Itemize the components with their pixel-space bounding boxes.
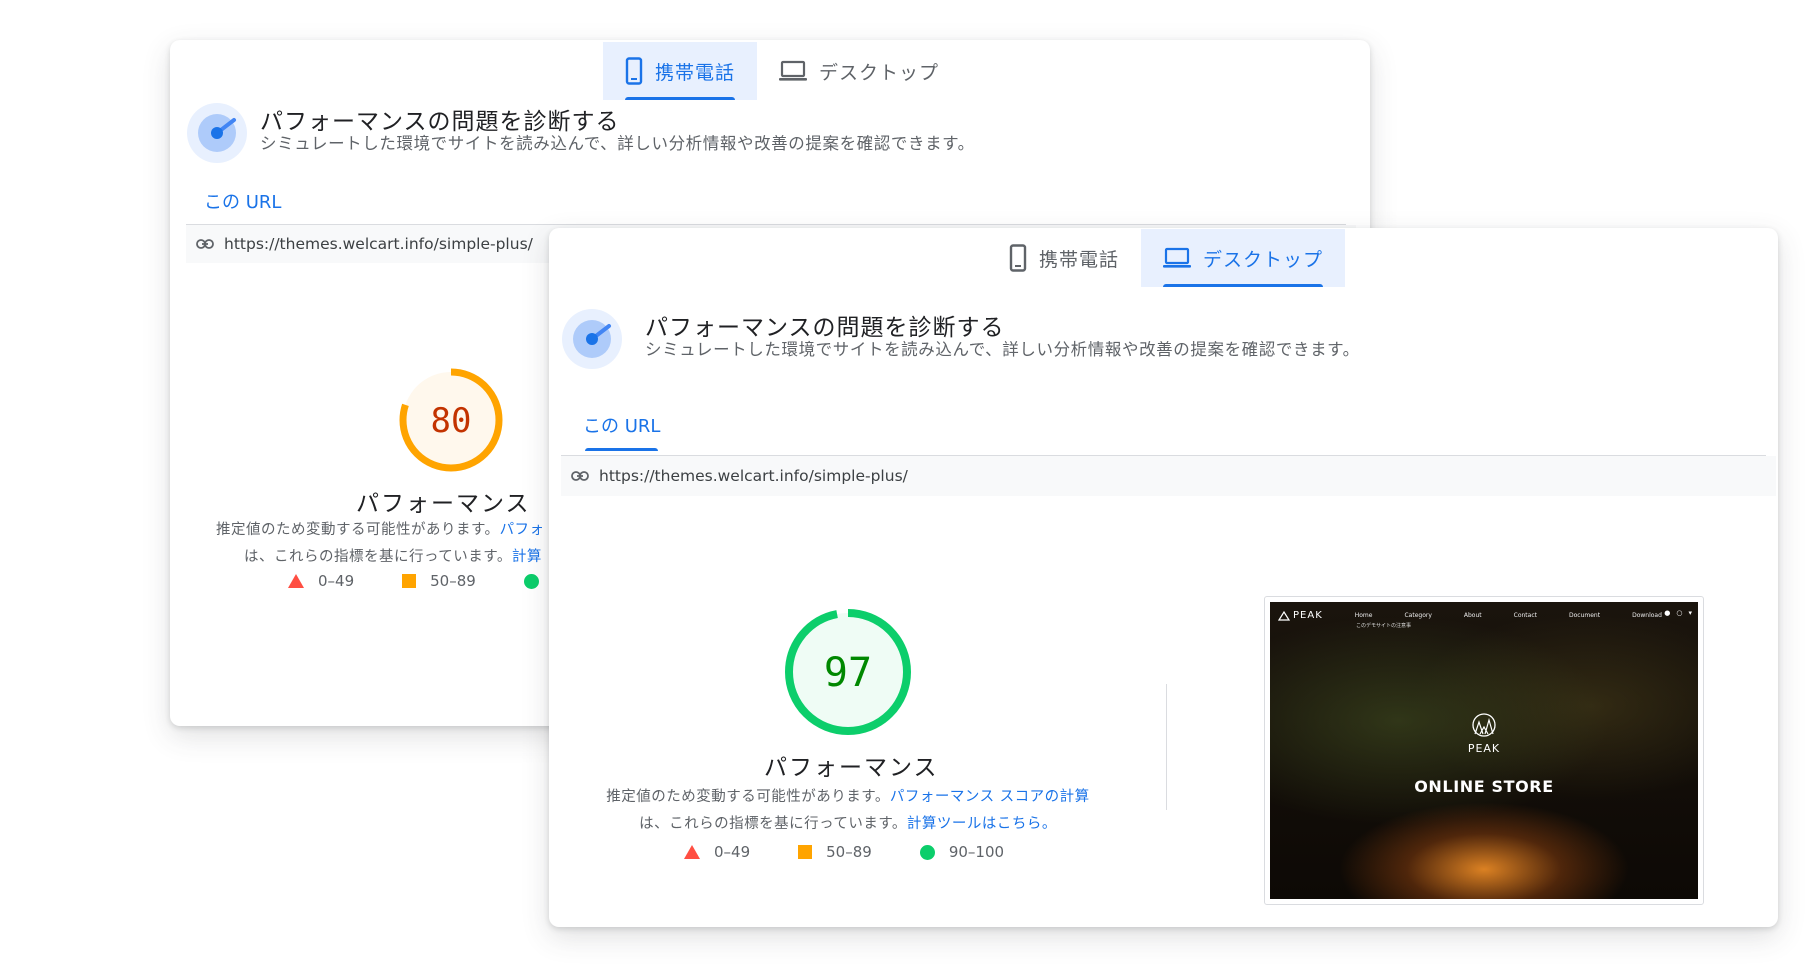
legend-average: 50–89: [798, 843, 872, 861]
pass-circle-icon: [523, 573, 539, 589]
link-icon: [571, 471, 589, 481]
laptop-icon: [779, 60, 808, 81]
tab-label: 携帯電話: [1039, 248, 1120, 271]
score-explanation: 推定値のため変動する可能性があります。パフォ は、これらの指標を基に行っています…: [216, 522, 545, 565]
fail-triangle-icon: [684, 845, 700, 859]
calculator-link[interactable]: 計算: [512, 549, 542, 565]
fail-triangle-icon: [288, 574, 304, 588]
score-explanation: 推定値のため変動する可能性があります。パフォーマンス スコアの計算 は、これらの…: [606, 789, 1090, 832]
tab-this-url[interactable]: この URL: [583, 412, 660, 451]
performance-score-gauge: 97: [785, 609, 911, 735]
score-calc-link[interactable]: パフォーマンス スコアの計算: [890, 789, 1090, 805]
preview-icons: ● ○ ▾: [1664, 609, 1692, 617]
performance-score: 80: [431, 401, 472, 441]
tab-mobile[interactable]: 携帯電話: [603, 42, 758, 100]
site-preview: PEAK Home Category About Contact Documen…: [1270, 602, 1698, 899]
tab-label: デスクトップ: [819, 61, 940, 84]
tested-url: https://themes.welcart.info/simple-plus/: [599, 467, 908, 485]
diagnose-gauge-icon: [562, 309, 622, 369]
peak-logo-icon: [1278, 610, 1290, 621]
tab-this-url[interactable]: この URL: [204, 188, 281, 227]
score-label: パフォーマンス: [764, 755, 939, 781]
performance-score: 97: [824, 650, 872, 696]
average-square-icon: [798, 845, 813, 859]
legend-fail: 0–49: [288, 572, 354, 590]
user-icon: ●: [1664, 609, 1671, 617]
page-screenshot-thumbnail: PEAK Home Category About Contact Documen…: [1264, 596, 1704, 905]
preview-brand: PEAK: [1278, 610, 1323, 621]
tab-desktop[interactable]: デスクトップ: [757, 42, 961, 100]
tab-label: デスクトップ: [1203, 248, 1324, 271]
diagnose-description: シミュレートした環境でサイトを読み込んで、詳しい分析情報や改善の提案を確認できま…: [645, 340, 1360, 359]
score-legend: 0–49 50–89 90–100: [684, 843, 1052, 861]
preview-nav: PEAK Home Category About Contact Documen…: [1278, 610, 1690, 621]
tab-desktop[interactable]: デスクトップ: [1141, 229, 1346, 287]
score-label: パフォーマンス: [356, 491, 531, 517]
performance-score-gauge: 80: [399, 368, 503, 472]
diagnose-gauge-icon: [187, 103, 247, 163]
tested-url: https://themes.welcart.info/simple-plus/: [224, 235, 533, 253]
laptop-icon: [1163, 247, 1192, 268]
preview-headline: ONLINE STORE: [1414, 777, 1554, 796]
tab-label: 携帯電話: [655, 61, 736, 84]
section-divider: [1166, 684, 1167, 810]
link-icon: [196, 239, 214, 249]
mobile-phone-icon: [625, 57, 643, 85]
pass-circle-icon: [919, 844, 935, 860]
legend-pass: [523, 573, 539, 589]
score-legend: 0–49 50–89: [288, 572, 587, 590]
tab-mobile[interactable]: 携帯電話: [987, 229, 1141, 287]
score-calc-link[interactable]: パフォ: [500, 522, 545, 538]
device-tabs: 携帯電話 デスクトップ: [603, 42, 961, 100]
search-icon: ○: [1676, 609, 1683, 617]
url-row: https://themes.welcart.info/simple-plus/: [561, 456, 1776, 496]
tent-trees-icon: [1472, 713, 1496, 737]
preview-tagline: このデモサイトの注意事: [1356, 623, 1412, 629]
device-tabs: 携帯電話 デスクトップ: [987, 229, 1346, 287]
legend-average: 50–89: [402, 572, 476, 590]
legend-fail: 0–49: [684, 843, 750, 861]
average-square-icon: [402, 574, 417, 588]
cart-icon: ▾: [1688, 609, 1692, 617]
diagnose-description: シミュレートした環境でサイトを読み込んで、詳しい分析情報や改善の提案を確認できま…: [260, 134, 975, 153]
preview-logo: PEAK: [1467, 712, 1501, 755]
calculator-link[interactable]: 計算ツールはこちら。: [907, 816, 1057, 832]
legend-pass: 90–100: [919, 843, 1004, 861]
desktop-results-panel: 携帯電話 デスクトップ パフォーマンスの問題を診断する シミュレートした環境でサ…: [549, 228, 1778, 927]
mobile-phone-icon: [1009, 244, 1027, 272]
